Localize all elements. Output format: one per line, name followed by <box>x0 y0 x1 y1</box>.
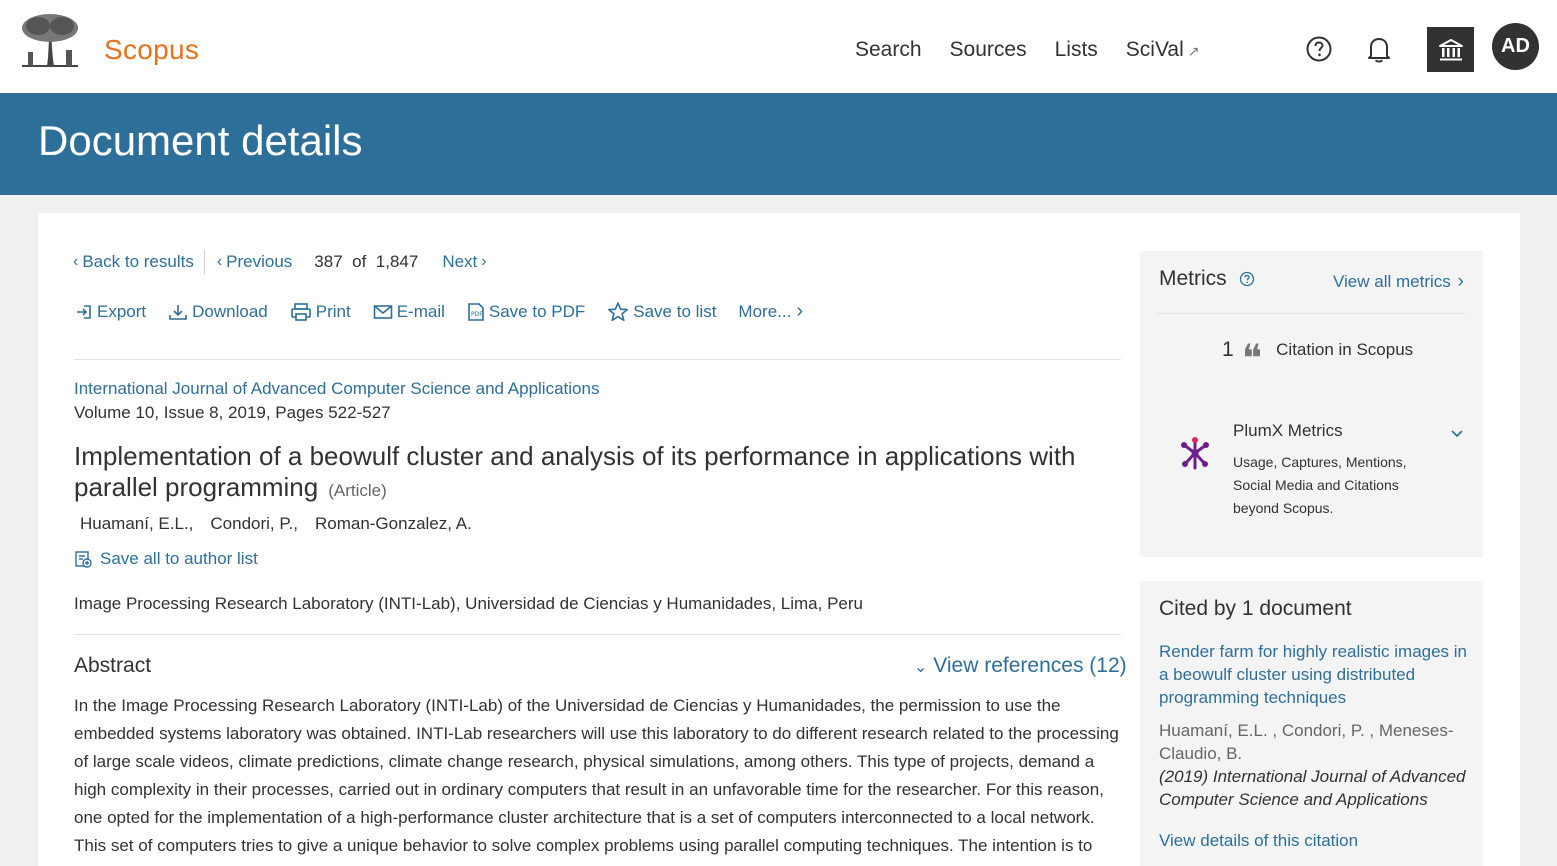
author-link[interactable]: Huamaní, E.L., <box>80 514 193 534</box>
plumx-description: Usage, Captures, Mentions, Social Media … <box>1233 454 1407 516</box>
back-to-results-link[interactable]: Back to results <box>82 252 194 272</box>
divider <box>74 634 1121 635</box>
abstract-text: In the Image Processing Research Laborat… <box>74 696 1119 855</box>
save-to-list-label: Save to list <box>633 301 717 321</box>
save-to-pdf-label: Save to PDF <box>488 301 586 321</box>
metrics-panel: Metrics View all metrics › 1 ❝ Citation … <box>1140 251 1483 557</box>
bell-icon[interactable] <box>1365 34 1393 64</box>
document-type: (Article) <box>328 481 387 500</box>
help-icon[interactable] <box>1239 271 1255 287</box>
nav-scival-label: SciVal <box>1125 38 1184 61</box>
citing-document-source: (2019) International Journal of Advanced… <box>1159 767 1466 809</box>
save-to-pdf-button[interactable]: PDF Save to PDF <box>467 302 585 322</box>
document-title: Implementation of a beowulf cluster and … <box>74 441 1104 506</box>
print-icon <box>290 302 311 321</box>
quote-icon: ❝ <box>1241 336 1263 380</box>
export-button[interactable]: Export <box>75 302 146 322</box>
results-navigation: ‹ Back to results ‹ Previous 387 of 1,84… <box>73 250 491 274</box>
more-label: More... <box>738 301 792 321</box>
save-all-authors-button[interactable]: Save all to author list <box>74 549 258 569</box>
divider <box>74 359 1121 360</box>
svg-text:PDF: PDF <box>471 311 483 318</box>
nav-lists[interactable]: Lists <box>1055 38 1098 62</box>
view-citation-details-link[interactable]: View details of this citation <box>1159 831 1358 851</box>
pdf-icon: PDF <box>468 302 484 321</box>
volume-info: Volume 10, Issue 8, 2019, Pages 522-527 <box>74 403 391 422</box>
citation-number: 1 <box>1222 338 1234 361</box>
total-results: 1,847 <box>375 252 419 271</box>
cited-by-panel: Cited by 1 document Render farm for high… <box>1140 581 1483 866</box>
save-to-list-button[interactable]: Save to list <box>607 301 716 323</box>
author-link[interactable]: Condori, P., <box>210 514 298 534</box>
email-label: E-mail <box>396 301 445 321</box>
chevron-right-icon: › <box>796 300 803 322</box>
chevron-right-icon: › <box>1457 271 1464 292</box>
plumx-title: PlumX Metrics <box>1233 421 1343 440</box>
nav-scival[interactable]: SciVal ↗ <box>1126 38 1200 62</box>
view-all-metrics-link[interactable]: View all metrics › <box>1333 271 1464 293</box>
nav-sources[interactable]: Sources <box>950 38 1027 62</box>
previous-link[interactable]: Previous <box>226 252 292 272</box>
plumx-icon <box>1181 437 1209 470</box>
view-references-label: View references (12) <box>933 654 1127 677</box>
external-link-icon: ↗ <box>1187 43 1200 59</box>
citation-label: Citation in Scopus <box>1276 340 1414 359</box>
top-nav: Search Sources Lists SciVal ↗ <box>855 38 1199 62</box>
export-icon <box>77 304 91 319</box>
divider <box>1157 313 1465 314</box>
institution-icon <box>1438 38 1463 60</box>
save-all-authors-label: Save all to author list <box>100 549 258 568</box>
citing-document-link[interactable]: Render farm for highly realistic images … <box>1159 640 1469 709</box>
next-link[interactable]: Next <box>442 252 477 272</box>
author-list: Huamaní, E.L., Condori, P., Roman-Gonzal… <box>80 514 472 534</box>
chevron-left-icon: ‹ <box>73 253 79 270</box>
of-label: of <box>352 252 367 271</box>
elsevier-tree-logo[interactable] <box>18 12 82 70</box>
document-title-text: Implementation of a beowulf cluster and … <box>74 441 1076 502</box>
document-actions: Export Download Print E-mail PDF Save to… <box>75 300 825 323</box>
help-icon[interactable] <box>1305 35 1333 63</box>
current-index: 387 <box>314 252 343 271</box>
page-title: Document details <box>38 117 363 164</box>
metrics-heading: Metrics <box>1159 267 1255 291</box>
cited-by-heading: Cited by 1 document <box>1159 597 1352 620</box>
view-references-button[interactable]: ⌄ View references (12) <box>914 654 1127 678</box>
download-button[interactable]: Download <box>168 302 268 322</box>
chevron-left-icon: ‹ <box>216 253 223 270</box>
affiliation: Image Processing Research Laboratory (IN… <box>74 594 863 613</box>
print-label: Print <box>315 301 351 321</box>
citation-count[interactable]: 1 ❝ Citation in Scopus <box>1222 331 1414 377</box>
abstract-heading: Abstract <box>74 654 152 677</box>
divider <box>203 250 205 274</box>
print-button[interactable]: Print <box>290 302 351 322</box>
result-position: 387 of 1,847 <box>314 252 418 272</box>
metrics-title: Metrics <box>1159 267 1227 290</box>
download-icon <box>169 304 187 320</box>
chevron-down-icon: ⌄ <box>914 659 928 676</box>
email-button[interactable]: E-mail <box>373 302 445 322</box>
star-icon <box>608 301 629 321</box>
more-button[interactable]: More... › <box>738 300 803 323</box>
user-avatar[interactable]: AD <box>1492 23 1539 70</box>
add-to-list-icon <box>75 551 92 568</box>
citing-document-authors: Huamaní, E.L. , Condori, P. , Meneses-Cl… <box>1159 721 1454 763</box>
export-label: Export <box>97 301 147 321</box>
email-icon <box>373 304 393 319</box>
institution-button[interactable] <box>1427 27 1474 72</box>
view-all-metrics-label: View all metrics <box>1333 272 1451 291</box>
scopus-logo[interactable]: Scopus <box>104 34 199 66</box>
top-bar: Scopus Search Sources Lists SciVal ↗ AD <box>0 0 1557 93</box>
nav-search[interactable]: Search <box>855 38 922 62</box>
page-banner: Document details <box>0 93 1557 195</box>
journal-link[interactable]: International Journal of Advanced Comput… <box>74 379 599 399</box>
download-label: Download <box>192 301 268 321</box>
author-link[interactable]: Roman-Gonzalez, A. <box>315 514 472 534</box>
chevron-down-icon[interactable] <box>1450 426 1464 440</box>
chevron-right-icon: › <box>481 253 487 270</box>
